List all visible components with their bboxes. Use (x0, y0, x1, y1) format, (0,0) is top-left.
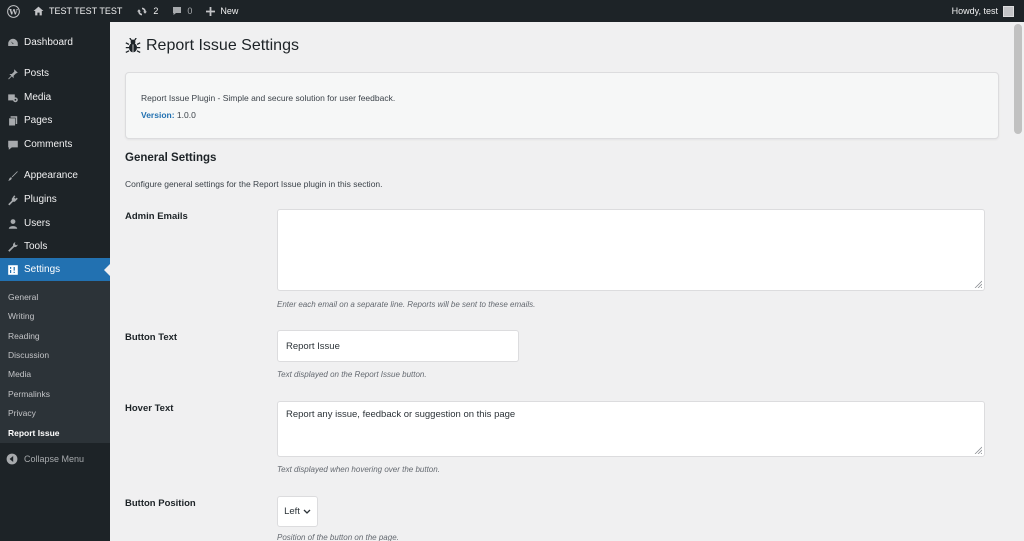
submenu-privacy[interactable]: Privacy (8, 408, 36, 418)
hover-text-hint: Text displayed when hovering over the bu… (277, 465, 440, 474)
pin-icon (5, 68, 21, 80)
collapse-arrow-icon (6, 453, 18, 465)
admin-emails-label: Admin Emails (125, 211, 188, 222)
plug-icon (5, 194, 21, 206)
resize-handle-icon[interactable] (974, 280, 982, 288)
updates-count: 2 (153, 6, 159, 16)
page-title: Report Issue Settings (125, 37, 299, 55)
new-label: New (220, 6, 239, 16)
site-name-link[interactable]: TEST TEST TEST (26, 0, 129, 22)
chevron-down-icon (303, 509, 311, 514)
comment-icon (5, 139, 21, 151)
media-icon (5, 92, 21, 104)
menu-label: Plugins (24, 194, 57, 205)
plugin-version: Version: 1.0.0 (141, 110, 196, 120)
menu-label: Pages (24, 115, 53, 126)
resize-handle-icon[interactable] (974, 446, 982, 454)
menu-label: Tools (24, 241, 48, 252)
button-position-hint: Position of the button on the page. (277, 533, 399, 541)
hover-text-textarea[interactable]: Report any issue, feedback or suggestion… (277, 401, 985, 457)
settings-icon (5, 264, 21, 276)
version-label: Version: (141, 110, 175, 120)
menu-label: Appearance (24, 170, 78, 181)
menu-label: Posts (24, 68, 50, 79)
collapse-menu-button[interactable]: Collapse Menu (0, 450, 110, 468)
admin-emails-textarea[interactable] (277, 209, 985, 291)
main-content: Report Issue Settings Report Issue Plugi… (110, 22, 1012, 541)
comment-icon (173, 7, 182, 15)
submenu-general[interactable]: General (8, 292, 38, 302)
admin-emails-hint: Enter each email on a separate line. Rep… (277, 300, 536, 309)
menu-pages[interactable]: Pages (0, 109, 110, 132)
hover-text-label: Hover Text (125, 403, 174, 414)
submenu-reading[interactable]: Reading (8, 331, 40, 341)
dashboard-icon (5, 37, 21, 49)
menu-tools[interactable]: Tools (0, 235, 110, 258)
menu-settings[interactable]: Settings (0, 258, 110, 281)
admin-sidebar: Dashboard Posts Media Pages Comments App… (0, 22, 110, 541)
home-icon (33, 6, 44, 16)
menu-label: Media (24, 92, 52, 103)
section-description: Configure general settings for the Repor… (125, 179, 383, 189)
button-position-select[interactable]: Left (277, 496, 318, 527)
admin-bar: W TEST TEST TEST 2 0 New Howdy, test (0, 0, 1024, 22)
submenu-discussion[interactable]: Discussion (8, 350, 49, 360)
button-text-input[interactable]: Report Issue (277, 330, 519, 362)
wordpress-logo-icon[interactable]: W (0, 0, 26, 22)
brush-icon (5, 170, 21, 182)
site-name: TEST TEST TEST (49, 6, 123, 16)
pages-icon (5, 115, 21, 127)
menu-label: Users (24, 218, 51, 229)
comments-link[interactable]: 0 (165, 0, 199, 22)
menu-users[interactable]: Users (0, 212, 110, 235)
collapse-label: Collapse Menu (24, 454, 85, 464)
version-value: 1.0.0 (176, 110, 196, 120)
menu-dashboard[interactable]: Dashboard (0, 31, 110, 54)
my-account[interactable]: Howdy, test (952, 0, 1014, 22)
user-icon (5, 218, 21, 230)
updates-icon (137, 7, 148, 15)
comments-count: 0 (187, 6, 193, 16)
button-text-hint: Text displayed on the Report Issue butto… (277, 370, 427, 379)
wrench-icon (5, 241, 21, 253)
svg-text:W: W (8, 7, 18, 16)
hover-text-value: Report any issue, feedback or suggestion… (286, 409, 516, 420)
menu-label: Settings (24, 264, 61, 275)
new-content-link[interactable]: New (199, 0, 245, 22)
section-title: General Settings (125, 152, 217, 164)
menu-posts[interactable]: Posts (0, 62, 110, 85)
menu-appearance[interactable]: Appearance (0, 164, 110, 187)
submenu-writing[interactable]: Writing (8, 311, 34, 321)
page-title-text: Report Issue Settings (146, 37, 299, 54)
page-scrollbar[interactable] (1012, 22, 1024, 541)
submenu-media[interactable]: Media (8, 369, 31, 379)
updates-link[interactable]: 2 (129, 0, 165, 22)
button-position-label: Button Position (125, 498, 196, 509)
menu-plugins[interactable]: Plugins (0, 188, 110, 211)
button-text-label: Button Text (125, 332, 178, 343)
plus-icon (206, 6, 216, 16)
button-position-value: Left (284, 506, 300, 517)
submenu-report-issue[interactable]: Report Issue (8, 428, 60, 438)
button-text-value: Report Issue (286, 341, 340, 352)
menu-label: Dashboard (24, 37, 73, 48)
menu-label: Comments (24, 139, 73, 150)
menu-media[interactable]: Media (0, 86, 110, 109)
plugin-description: Report Issue Plugin - Simple and secure … (141, 93, 396, 103)
scrollbar-thumb[interactable] (1014, 24, 1022, 134)
plugin-info-box: Report Issue Plugin - Simple and secure … (125, 72, 999, 139)
menu-comments[interactable]: Comments (0, 133, 110, 156)
howdy-text: Howdy, test (951, 6, 998, 16)
avatar (1003, 5, 1014, 17)
submenu-permalinks[interactable]: Permalinks (8, 389, 50, 399)
settings-submenu: General Writing Reading Discussion Media… (0, 281, 110, 443)
bug-icon (125, 38, 141, 53)
